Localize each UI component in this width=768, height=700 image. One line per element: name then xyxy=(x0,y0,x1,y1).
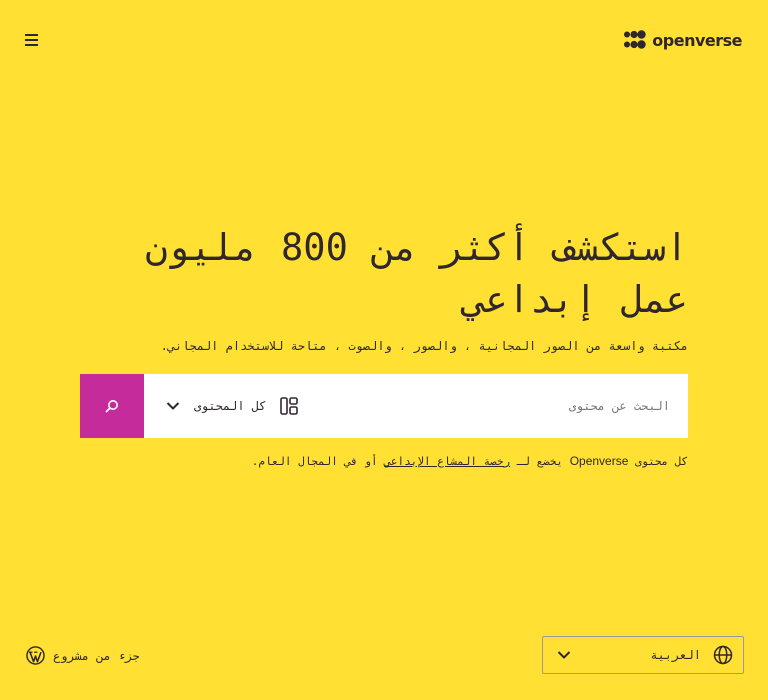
page-title: استكشف أكثر من 800 مليون عمل إبداعي xyxy=(145,226,688,321)
wordpress-icon xyxy=(26,646,45,665)
globe-icon xyxy=(713,645,733,665)
language-select[interactable]: العربية xyxy=(542,636,744,674)
license-note: كل محتوى Openverse يخضع لـ رخصة المشاع ا… xyxy=(80,454,688,468)
search-box: كل المحتوى xyxy=(144,373,688,439)
openverse-logo[interactable]: openverse xyxy=(624,30,742,50)
license-note-prefix: كل محتوى xyxy=(628,455,688,468)
language-label: العربية xyxy=(650,648,701,662)
creative-commons-link[interactable]: رخصة المشاع الإبداعي xyxy=(384,455,510,468)
chevron-down-icon xyxy=(166,402,180,410)
content-type-select[interactable]: كل المحتوى xyxy=(144,374,299,438)
wordpress-project-text: جزء من مشروع xyxy=(53,648,140,663)
search-bar: كل المحتوى xyxy=(80,373,688,439)
menu-button[interactable] xyxy=(24,32,40,48)
wordpress-project-link[interactable]: جزء من مشروع xyxy=(26,646,140,665)
content-type-label: كل المحتوى xyxy=(194,399,267,413)
chevron-down-icon xyxy=(557,651,571,659)
license-note-middle: يخضع لـ xyxy=(510,455,570,468)
hero-section: استكشف أكثر من 800 مليون عمل إبداعي مكتب… xyxy=(80,222,688,354)
search-button[interactable] xyxy=(80,374,144,438)
license-note-brand: Openverse xyxy=(569,454,629,468)
search-icon xyxy=(105,400,118,413)
search-input[interactable] xyxy=(298,373,688,439)
logo-text: openverse xyxy=(652,30,742,50)
all-content-icon xyxy=(280,397,299,415)
openverse-logo-icon xyxy=(624,30,646,49)
license-note-suffix: أو في المجال العام. xyxy=(251,455,385,468)
page-subtitle: مكتبة واسعة من الصور المجانية ، والصور ،… xyxy=(160,339,688,353)
